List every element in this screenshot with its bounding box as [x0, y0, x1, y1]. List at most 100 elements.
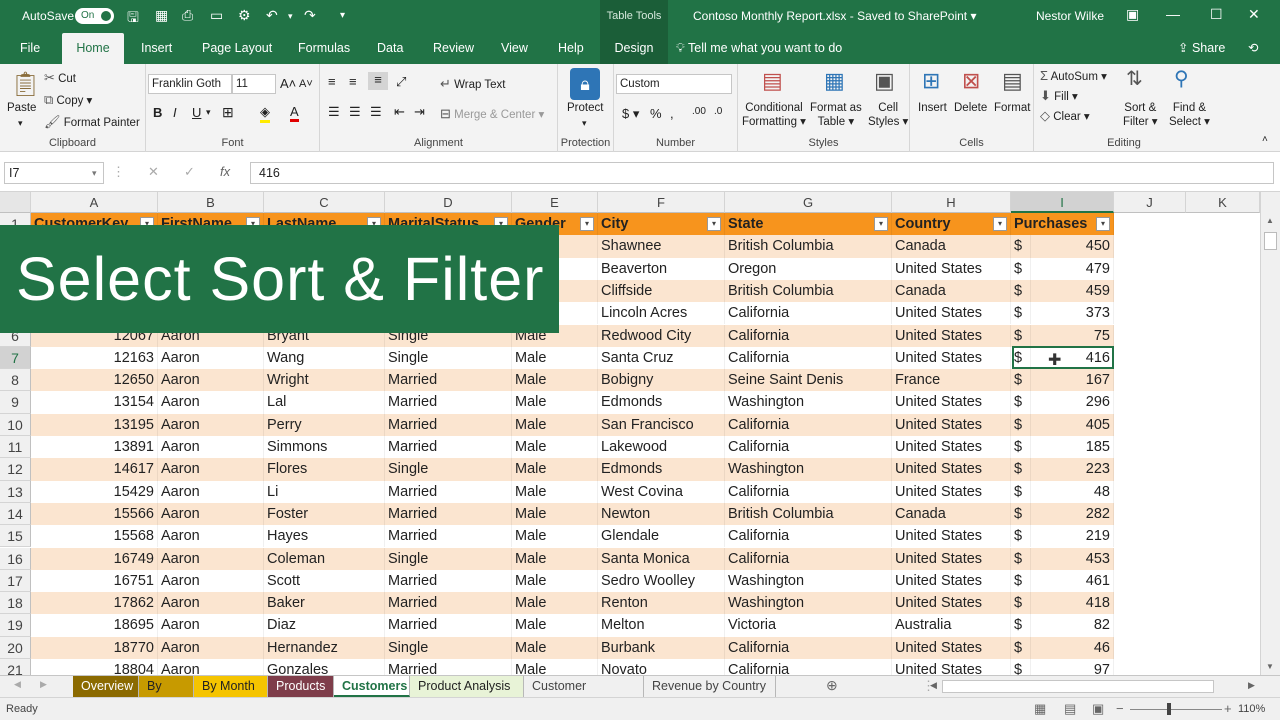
number-format-box[interactable]: Custom	[616, 74, 732, 94]
tab-review[interactable]: Review	[433, 33, 474, 64]
zoom-in-icon[interactable]: +	[1224, 701, 1232, 716]
row-header[interactable]: 9	[0, 391, 31, 414]
cell-marital[interactable]: Married	[385, 525, 512, 548]
cell-country[interactable]: United States	[892, 257, 1011, 280]
row-header[interactable]: 14	[0, 502, 31, 526]
new-sheet-icon[interactable]: ⊕	[826, 677, 838, 694]
row-header[interactable]: 13	[0, 480, 31, 503]
cell-cur[interactable]: $	[1011, 569, 1031, 593]
row-header[interactable]: 15	[0, 525, 31, 548]
cell-amt[interactable]: 479	[1031, 257, 1114, 280]
font-name-box[interactable]: Franklin Goth	[148, 74, 232, 94]
font-size-box[interactable]: 11	[232, 74, 276, 94]
cell-key[interactable]: 15566	[31, 502, 158, 526]
cell-key[interactable]: 13891	[31, 436, 158, 459]
cell-amt[interactable]: 373	[1031, 302, 1114, 325]
cell-cur[interactable]: $	[1011, 235, 1031, 258]
cell-country[interactable]: United States	[892, 592, 1011, 615]
cell-amt[interactable]: 48	[1031, 480, 1114, 503]
scroll-thumb[interactable]	[1264, 232, 1277, 250]
header-state[interactable]: State ▾	[725, 213, 892, 236]
cell-first[interactable]: Aaron	[158, 569, 264, 593]
cell-key[interactable]: 17862	[31, 592, 158, 615]
horizontal-scroll-thumb[interactable]	[942, 680, 1214, 693]
cell-cur[interactable]: $	[1011, 324, 1031, 347]
align-left-icon[interactable]: ☰	[328, 104, 340, 120]
insert-function-icon[interactable]: fx	[220, 164, 230, 179]
cell-amt[interactable]: 75	[1031, 324, 1114, 347]
cell-country[interactable]: United States	[892, 458, 1011, 481]
cell-gender[interactable]: Male	[512, 369, 598, 392]
cell-marital[interactable]: Married	[385, 436, 512, 459]
cell-last[interactable]: Scott	[264, 569, 385, 593]
cell-last[interactable]: Wang	[264, 346, 385, 370]
format-cells-icon[interactable]: ▤	[1002, 68, 1023, 94]
cell-country[interactable]: France	[892, 369, 1011, 392]
cell-country[interactable]: United States	[892, 547, 1011, 570]
cell-gender[interactable]: Male	[512, 525, 598, 548]
cell-country[interactable]: United States	[892, 302, 1011, 325]
sheet-tab-overview[interactable]: Overview	[73, 676, 139, 697]
formula-input[interactable]: 416	[250, 162, 1274, 184]
sheet-icon[interactable]: ▦	[155, 7, 168, 24]
cell-last[interactable]: Hernandez	[264, 636, 385, 659]
cell-state[interactable]: California	[725, 324, 892, 347]
format-as-table-icon[interactable]: ▦	[824, 68, 845, 94]
tab-home[interactable]: Home	[62, 33, 124, 64]
tab-file[interactable]: File	[20, 33, 40, 64]
cell-key[interactable]: 18695	[31, 614, 158, 637]
cell-last[interactable]: Gonzales	[264, 659, 385, 675]
shrink-font-icon[interactable]: A˅	[299, 78, 313, 90]
cell-key[interactable]: 15568	[31, 525, 158, 548]
cell-cur[interactable]: $	[1011, 413, 1031, 436]
column-header-b[interactable]: B	[158, 192, 264, 213]
cell-key[interactable]: 12163	[31, 346, 158, 370]
vertical-scrollbar[interactable]: ▲ ▼	[1260, 192, 1280, 675]
close-icon[interactable]: ✕	[1248, 6, 1260, 23]
cell-state[interactable]: Washington	[725, 391, 892, 414]
cell-first[interactable]: Aaron	[158, 391, 264, 414]
zoom-slider[interactable]	[1130, 709, 1222, 710]
sheet-tab-revenue-by-country[interactable]: Revenue by Country	[644, 676, 776, 697]
cell-country[interactable]: United States	[892, 480, 1011, 503]
cell-key[interactable]: 15429	[31, 480, 158, 503]
insert-cells-icon[interactable]: ⊞	[922, 68, 940, 94]
cell-cur[interactable]: $	[1011, 436, 1031, 459]
cell-state[interactable]: California	[725, 413, 892, 436]
comma-icon[interactable]: ,	[670, 106, 674, 121]
user-name[interactable]: Nestor Wilke	[1036, 9, 1104, 23]
cell-first[interactable]: Aaron	[158, 502, 264, 526]
borders-icon[interactable]: ⊞	[222, 104, 234, 121]
cell-marital[interactable]: Single	[385, 346, 512, 370]
cell-country[interactable]: United States	[892, 659, 1011, 675]
cell-amt[interactable]: 97	[1031, 659, 1114, 675]
copy-button[interactable]: ⧉ Copy ▾	[44, 92, 92, 108]
cell-last[interactable]: Foster	[264, 502, 385, 526]
format-cells-button[interactable]: Format	[994, 102, 1030, 114]
cell-marital[interactable]: Married	[385, 614, 512, 637]
header-city[interactable]: City ▾	[598, 213, 725, 236]
cell-country[interactable]: United States	[892, 636, 1011, 659]
decrease-indent-icon[interactable]: ⇤	[394, 104, 405, 120]
row-header[interactable]: 8	[0, 369, 31, 392]
cell-city[interactable]: Burbank	[598, 636, 725, 659]
zoom-level[interactable]: 110%	[1238, 703, 1265, 715]
cell-country[interactable]: United States	[892, 525, 1011, 548]
share-quick-icon[interactable]: ⚙	[238, 7, 251, 24]
cell-key[interactable]: 13154	[31, 391, 158, 414]
column-header-f[interactable]: F	[598, 192, 725, 213]
cell-cur[interactable]: $	[1011, 458, 1031, 481]
cell-gender[interactable]: Male	[512, 413, 598, 436]
normal-view-icon[interactable]: ▦	[1034, 701, 1046, 717]
cell-marital[interactable]: Married	[385, 413, 512, 436]
conditional-formatting-icon[interactable]: ▤	[762, 68, 783, 94]
cell-amt[interactable]: 46	[1031, 636, 1114, 659]
cell-cur[interactable]: $	[1011, 659, 1031, 675]
fill-button[interactable]: ⬇ Fill ▾	[1040, 88, 1078, 104]
cell-key[interactable]: 16749	[31, 547, 158, 570]
cell-marital[interactable]: Married	[385, 502, 512, 526]
cell-state[interactable]: British Columbia	[725, 502, 892, 526]
cell-gender[interactable]: Male	[512, 480, 598, 503]
cell-city[interactable]: Novato	[598, 659, 725, 675]
cell-country[interactable]: Canada	[892, 235, 1011, 258]
